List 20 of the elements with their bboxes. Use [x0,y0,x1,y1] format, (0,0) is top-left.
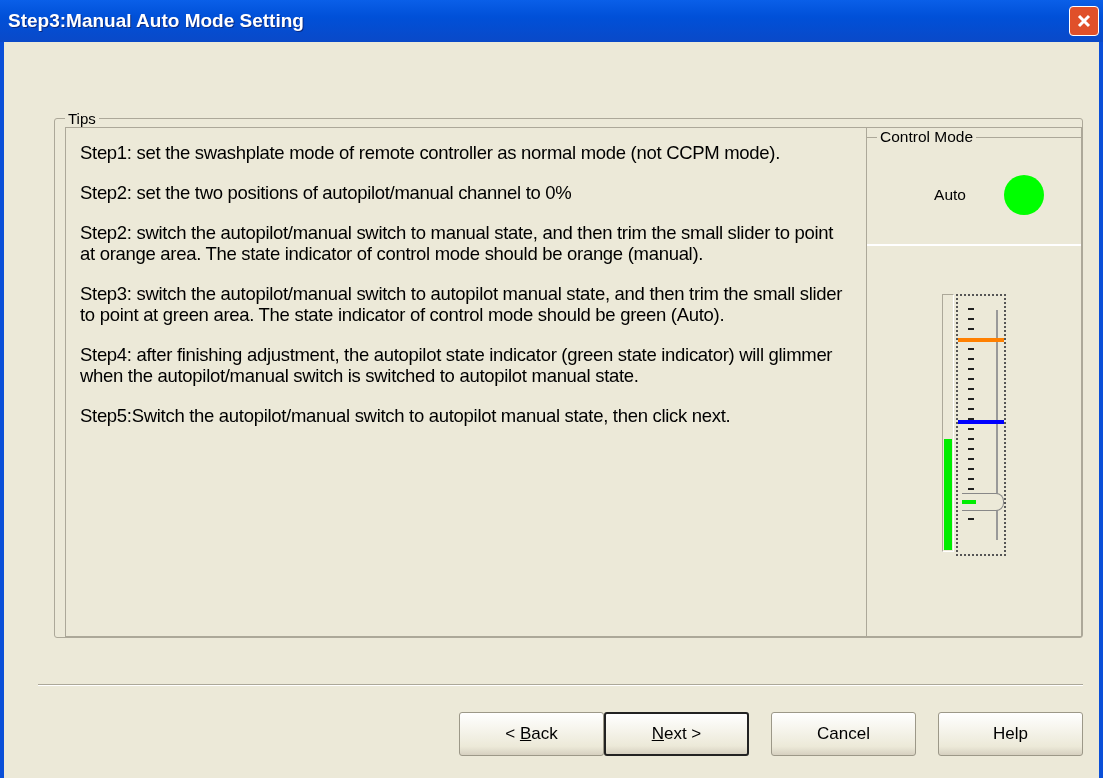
dialog-button[interactable]: Help [938,712,1083,756]
window-title: Step3:Manual Auto Mode Setting [8,10,304,32]
dialog-button[interactable]: Cancel [771,712,916,756]
close-button[interactable] [1069,6,1099,36]
dialog-button[interactable]: Next > [604,712,749,756]
dialog-button[interactable]: < Back [459,712,604,756]
step-text: Step2: set the two positions of autopilot/manual channel to 0% [80,182,573,203]
upper-threshold-marker [958,338,1004,342]
group-legend: Control Mode [877,128,977,146]
trim-slider[interactable] [956,294,1006,556]
step-text: Step3: switch the autopilot/manual switch to autopilot manual state, and then trim the small slider to point at green area. The state indicator of control mode should be green (Auto). [80,283,844,325]
lower-threshold-marker [958,420,1004,424]
step-text: Step4: after finishing adjustment, the autopilot state indicator (green state indicator) will glimmer when the autopilot/manual switch is switched to autopilot manual state. [80,344,834,386]
step-text: Step5:Switch the autopilot/manual switch to autopilot manual state, then click next. [80,405,732,426]
step-text: Step1: set the swashplate mode of remote controller as normal mode (not CCPM mode). [80,142,781,163]
mode-label: Auto [934,186,966,204]
group-legend: Tips [65,110,99,127]
step-text: Step2: switch the autopilot/manual switch to manual state, and then trim the small slider to point at orange area. The state indicator of control mode should be orange (manual). [80,222,835,264]
close-icon [1076,13,1092,29]
slider-thumb[interactable] [962,493,1004,512]
